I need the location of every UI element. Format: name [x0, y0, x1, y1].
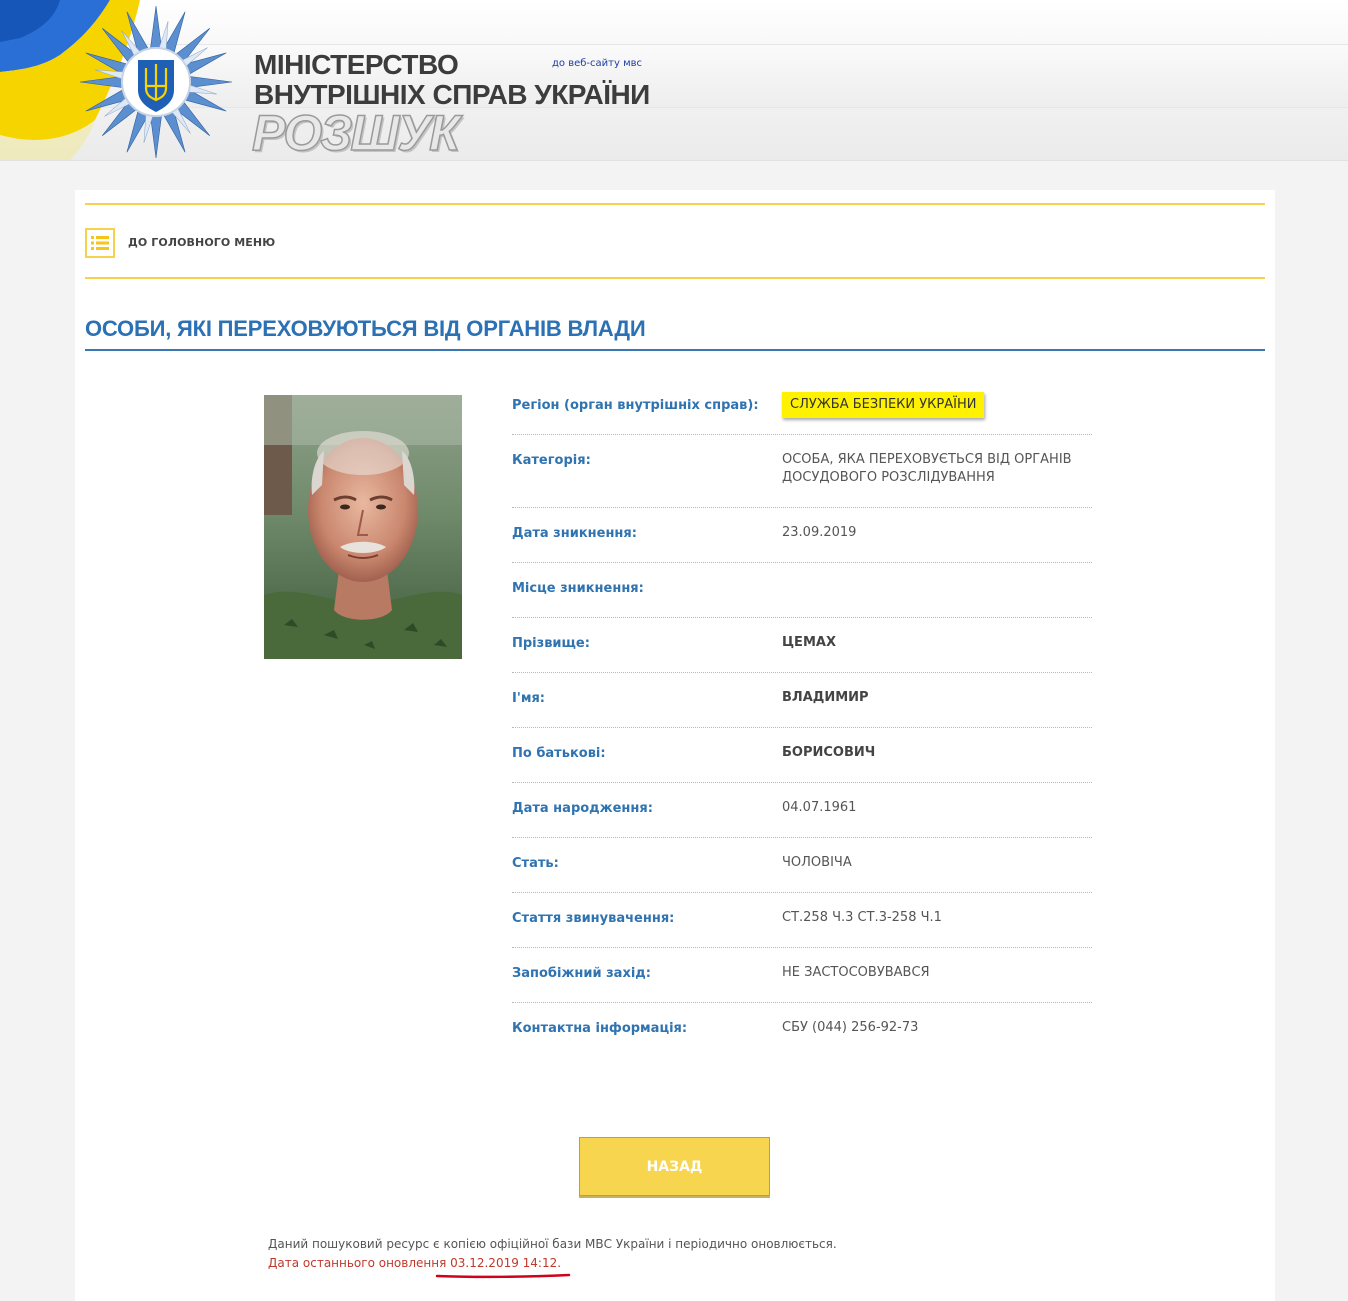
detail-label: І'мя:: [512, 691, 545, 706]
detail-label: Дата зникнення:: [512, 526, 637, 541]
detail-value: 23.09.2019: [782, 525, 857, 540]
detail-row-surname: Прізвище: ЦЕМАХ: [512, 618, 1092, 673]
list-icon-glyph: [91, 236, 109, 250]
detail-value: ВЛАДИМИР: [782, 690, 869, 705]
detail-row-disappearance-place: Місце зникнення:: [512, 563, 1092, 618]
detail-label: Регіон (орган внутрішніх справ):: [512, 398, 759, 413]
detail-row-disappearance-date: Дата зникнення: 23.09.2019: [512, 508, 1092, 563]
detail-label: Стать:: [512, 856, 559, 871]
page-title: ОСОБИ, ЯКІ ПЕРЕХОВУЮТЬСЯ ВІД ОРГАНІВ ВЛА…: [85, 316, 1265, 351]
list-icon[interactable]: [85, 228, 115, 258]
red-annotation-underline: [435, 1273, 571, 1279]
detail-value: ОСОБА, ЯКА ПЕРЕХОВУЄТЬСЯ ВІД ОРГАНІВ ДОС…: [782, 452, 1072, 485]
detail-value: БОРИСОВИЧ: [782, 745, 876, 760]
detail-row-charge: Стаття звинувачення: СТ.258 Ч.3 СТ.3-258…: [512, 893, 1092, 948]
detail-value: СТ.258 Ч.3 СТ.3-258 Ч.1: [782, 910, 942, 925]
detail-label: Стаття звинувачення:: [512, 911, 675, 926]
detail-label: Прізвище:: [512, 636, 590, 651]
detail-label: Категорія:: [512, 453, 591, 468]
main-menu-bar: ДО ГОЛОВНОГО МЕНЮ: [85, 203, 1265, 279]
person-photo: [264, 395, 462, 659]
detail-row-contact: Контактна інформація: СБУ (044) 256-92-7…: [512, 1003, 1092, 1058]
detail-value: СБУ (044) 256-92-73: [782, 1020, 919, 1035]
detail-label: По батькові:: [512, 746, 606, 761]
region-badge: СЛУЖБА БЕЗПЕКИ УКРАЇНИ: [782, 392, 985, 418]
detail-row-region: Регіон (орган внутрішніх справ): СЛУЖБА …: [512, 380, 1092, 435]
detail-row-sex: Стать: ЧОЛОВІЧА: [512, 838, 1092, 893]
back-button[interactable]: НАЗАД: [579, 1137, 770, 1196]
detail-value: НЕ ЗАСТОСОВУВАВСЯ: [782, 965, 930, 980]
detail-value: ЦЕМАХ: [782, 635, 836, 650]
detail-row-first-name: І'мя: ВЛАДИМИР: [512, 673, 1092, 728]
police-star-emblem-icon: [79, 5, 233, 159]
detail-label: Дата народження:: [512, 801, 653, 816]
main-content: ДО ГОЛОВНОГО МЕНЮ ОСОБИ, ЯКІ ПЕРЕХОВУЮТЬ…: [75, 190, 1275, 1301]
footer-note: Даний пошуковий ресурс є копією офіційно…: [268, 1237, 837, 1251]
last-update-date: 03.12.2019 14:12.: [450, 1256, 562, 1270]
detail-row-preventive-measure: Запобіжний захід: НЕ ЗАСТОСОВУВАВСЯ: [512, 948, 1092, 1003]
detail-label: Місце зникнення:: [512, 581, 644, 596]
ministry-website-link[interactable]: до веб-сайту мвс: [552, 58, 642, 69]
detail-value: ЧОЛОВІЧА: [782, 855, 852, 870]
site-header: МІНІСТЕРСТВО ВНУТРІШНІХ СПРАВ УКРАЇНИ до…: [0, 0, 1348, 161]
detail-label: Контактна інформація:: [512, 1021, 688, 1036]
person-details: Регіон (орган внутрішніх справ): СЛУЖБА …: [512, 380, 1092, 1058]
detail-row-patronymic: По батькові: БОРИСОВИЧ: [512, 728, 1092, 783]
section-logo-text: РОЗШУК: [251, 105, 460, 161]
last-update-label: Дата останнього оновлення: [268, 1256, 447, 1270]
detail-row-birth-date: Дата народження: 04.07.1961: [512, 783, 1092, 838]
detail-value: 04.07.1961: [782, 800, 857, 815]
detail-label: Запобіжний захід:: [512, 966, 651, 981]
last-update-line: Дата останнього оновлення 03.12.2019 14:…: [268, 1256, 561, 1270]
detail-row-category: Категорія: ОСОБА, ЯКА ПЕРЕХОВУЄТЬСЯ ВІД …: [512, 435, 1092, 508]
main-menu-link[interactable]: ДО ГОЛОВНОГО МЕНЮ: [128, 236, 275, 249]
